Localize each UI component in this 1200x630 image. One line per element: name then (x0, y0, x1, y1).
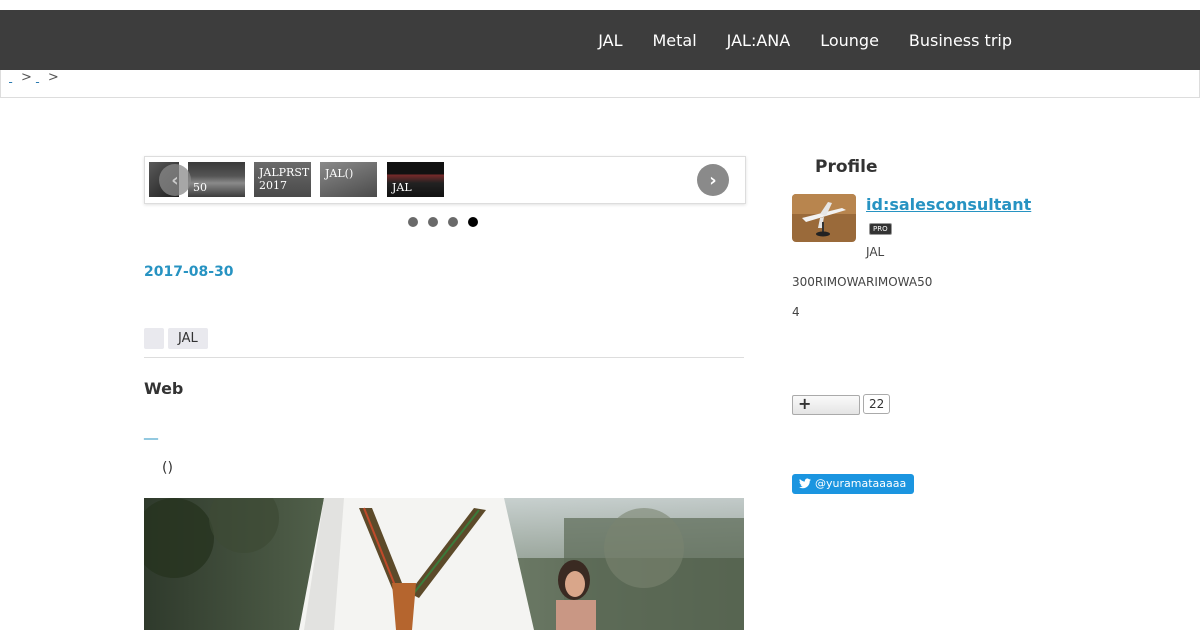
article-text: () (162, 460, 173, 476)
breadcrumb: > > (0, 70, 1200, 98)
slider-dot[interactable] (448, 217, 458, 227)
slider-thumb-caption: JAL() (325, 167, 354, 180)
couple-photo (144, 498, 744, 630)
slider-thumb-caption: JAL (392, 181, 412, 194)
profile-heading: Profile (815, 157, 878, 177)
twitter-handle: @yuramataaaaa (815, 477, 907, 490)
plus-icon: + (798, 394, 812, 413)
profile-text: 4 (792, 305, 800, 319)
slider-next-button[interactable]: › (697, 164, 729, 196)
chevron-left-icon: ‹ (171, 169, 179, 191)
slider-thumb-caption: 50 (193, 181, 207, 194)
profile-text: 300RIMOWARIMOWA50 (792, 275, 933, 289)
category-tag-jal[interactable]: JAL (168, 328, 208, 349)
article-link[interactable]: __ (144, 424, 158, 440)
breadcrumb-link-category[interactable] (36, 73, 44, 84)
username-link[interactable]: id:salesconsultant (866, 195, 1031, 214)
nav-item-business-trip[interactable]: Business trip (909, 31, 1012, 50)
slider-prev-button[interactable]: ‹ (159, 164, 191, 196)
slider-thumb[interactable]: JAL (387, 162, 444, 197)
slider-thumb-caption: JALPRST 2017 (259, 166, 310, 192)
navbar: JAL Metal JAL:ANA Lounge Business trip (0, 10, 1200, 70)
bookmark-count[interactable]: 22 (863, 394, 891, 414)
nav-item-jal[interactable]: JAL (598, 31, 622, 50)
slider-dots (408, 217, 488, 227)
avatar[interactable] (792, 194, 856, 242)
chevron-right-icon: › (709, 169, 717, 191)
article-date[interactable]: 2017-08-30 (144, 264, 234, 280)
pro-badge: PRO (869, 223, 892, 235)
breadcrumb-separator: > (21, 70, 32, 85)
breadcrumb-link-home[interactable] (9, 73, 17, 84)
slider-dot[interactable] (428, 217, 438, 227)
nav-item-metal[interactable]: Metal (652, 31, 696, 50)
article-title: Web (144, 379, 184, 398)
profile-desc: JAL (866, 245, 885, 259)
slider-thumb[interactable]: JALPRST 2017 (254, 162, 311, 197)
nav-item-jal-ana[interactable]: JAL:ANA (727, 31, 791, 50)
top-strip (0, 0, 1200, 10)
slider-thumb[interactable]: JAL() (320, 162, 377, 197)
slider-thumb[interactable]: 50 (188, 162, 245, 197)
airplane-model-icon (792, 194, 856, 242)
slider-dot-active[interactable] (468, 217, 478, 227)
nav-menu: JAL Metal JAL:ANA Lounge Business trip (568, 10, 1012, 70)
divider (144, 357, 744, 358)
bookmark-add-button[interactable]: + (792, 394, 860, 415)
category-tag[interactable] (144, 328, 164, 349)
related-articles-slider: 50 JALPRST 2017 JAL() JAL ‹ › (144, 156, 746, 204)
twitter-follow-button[interactable]: @yuramataaaaa (792, 474, 914, 494)
nav-item-lounge[interactable]: Lounge (820, 31, 879, 50)
breadcrumb-separator: > (47, 70, 59, 85)
slider-dot[interactable] (408, 217, 418, 227)
article-photo (144, 498, 744, 630)
twitter-icon (799, 478, 811, 489)
